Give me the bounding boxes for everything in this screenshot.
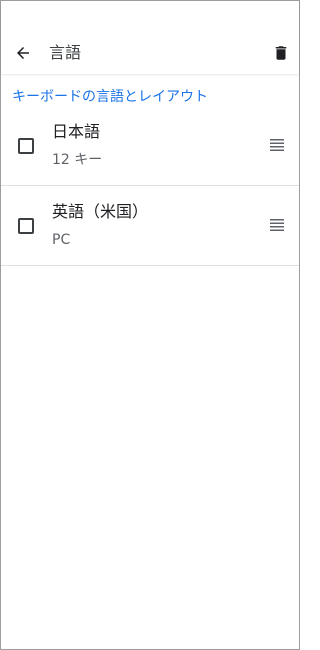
drag-handle-icon[interactable] bbox=[269, 218, 285, 232]
app-bar: 言語 bbox=[1, 1, 299, 74]
back-button[interactable] bbox=[9, 39, 37, 67]
checkbox-icon[interactable] bbox=[18, 138, 34, 154]
section-header: キーボードの言語とレイアウト bbox=[12, 89, 208, 105]
language-subtitle: PC bbox=[52, 232, 71, 248]
drag-handle-icon[interactable] bbox=[269, 138, 285, 152]
language-title: 英語（米国） bbox=[52, 202, 149, 221]
list-item[interactable]: 英語（米国） PC bbox=[1, 186, 299, 266]
list-item[interactable]: 日本語 12 キー bbox=[1, 106, 299, 186]
language-list: 日本語 12 キー 英語（米国） PC bbox=[1, 106, 299, 266]
arrow-back-icon bbox=[17, 47, 29, 59]
delete-button[interactable] bbox=[267, 39, 295, 67]
checkbox-icon[interactable] bbox=[18, 218, 34, 234]
page-title: 言語 bbox=[49, 43, 82, 62]
trash-icon bbox=[275, 46, 287, 60]
language-subtitle: 12 キー bbox=[52, 152, 103, 168]
language-title: 日本語 bbox=[52, 122, 101, 141]
